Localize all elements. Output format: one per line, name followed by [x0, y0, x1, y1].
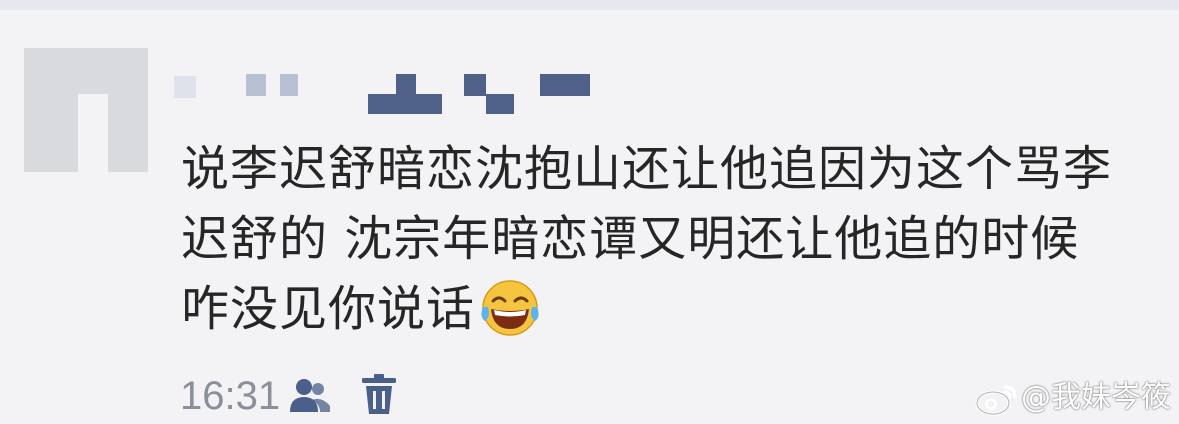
- comment-line: 说李迟舒暗恋沈抱山还让他追因为这个骂李: [181, 141, 1113, 197]
- comment-text: 说李迟舒暗恋沈抱山还让他追因为这个骂李 迟舒的 沈宗年暗恋谭又明还让他追的时候 …: [181, 134, 1161, 344]
- mosaic-block: [464, 74, 486, 96]
- top-divider: [0, 0, 1179, 10]
- comment-line: 迟舒的 沈宗年暗恋谭又明还让他追的时候: [181, 211, 1080, 267]
- mosaic-block: [368, 94, 442, 114]
- mosaic-block: [540, 74, 590, 96]
- comment-line-text: 咋没见你说话: [181, 281, 476, 337]
- username-mosaic[interactable]: [168, 66, 608, 116]
- people-icon[interactable]: [288, 376, 332, 416]
- avatar-mosaic-top: [78, 48, 148, 94]
- mosaic-block: [486, 94, 514, 114]
- watermark: @我妹岑筱: [975, 378, 1171, 418]
- timestamp: 16:31: [180, 374, 281, 418]
- weibo-logo-icon: [975, 385, 1017, 415]
- trash-icon[interactable]: [360, 374, 398, 416]
- tears-of-joy-emoji: [481, 280, 539, 336]
- watermark-text: @我妹岑筱: [1021, 380, 1171, 415]
- comment-line-last: 咋没见你说话: [181, 274, 1161, 344]
- mosaic-block: [246, 74, 266, 96]
- mosaic-block: [396, 74, 416, 96]
- mosaic-block: [280, 74, 298, 96]
- mosaic-block: [174, 76, 196, 98]
